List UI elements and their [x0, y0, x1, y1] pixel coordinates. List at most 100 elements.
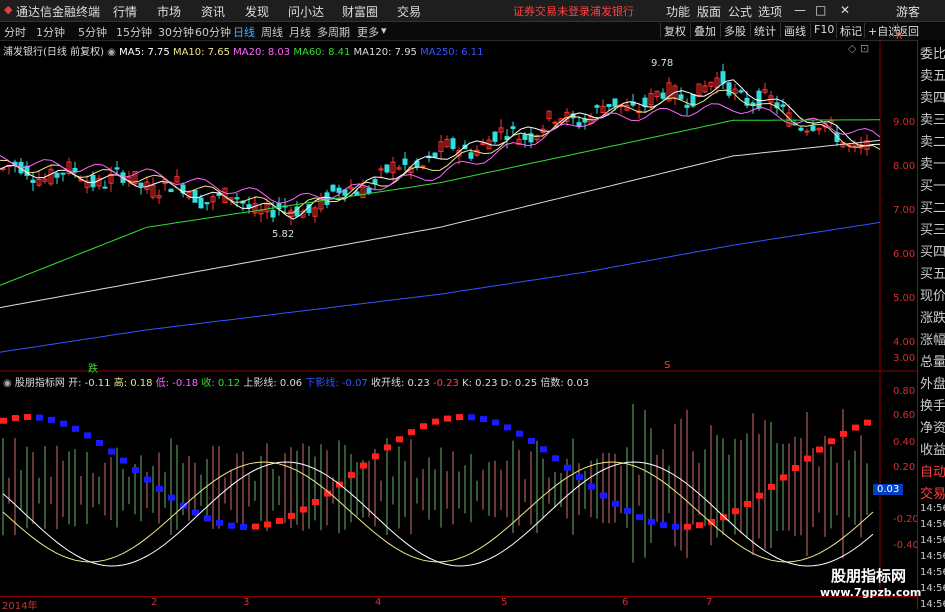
eye-icon[interactable]: ◉	[107, 47, 116, 58]
candle-body	[798, 127, 804, 131]
watermark-logo: 股朋指标网 www.7gpzb.com	[820, 565, 922, 605]
indicator-block	[312, 498, 319, 505]
eye-icon[interactable]: ◉	[3, 378, 12, 389]
indicator-block	[612, 500, 619, 507]
candle-body	[384, 164, 390, 173]
indicator-block	[684, 523, 691, 530]
indicator-block	[372, 453, 379, 460]
indicator-k-line	[2, 461, 874, 563]
indicator-block	[420, 423, 427, 430]
quote-side-panel: 委比 卖五 卖四 卖三 卖二 卖一 买一 买二 买三 买四 买五 现价 涨跌 涨…	[917, 40, 945, 610]
candle-body	[576, 122, 582, 128]
indicator-block	[360, 462, 367, 469]
indicator-block	[636, 514, 643, 521]
candle-body	[216, 193, 222, 196]
indicator-block	[216, 519, 223, 526]
indicator-block	[588, 483, 595, 490]
indicator-block	[732, 508, 739, 515]
ma-line-ma250	[0, 221, 881, 353]
indicator-block	[696, 522, 703, 529]
indicator-block	[72, 425, 79, 432]
indicator-block	[468, 414, 475, 421]
indicator-block	[108, 448, 115, 455]
indicator-block	[348, 472, 355, 479]
indicator-block	[600, 492, 607, 499]
candle-body	[234, 197, 240, 200]
chart-options-icon[interactable]: ◇ ⊡	[848, 42, 869, 55]
legend-ma10: MA10: 7.65	[172, 47, 230, 58]
candle-body	[330, 184, 336, 192]
l-r-indicator-icon: LR	[896, 23, 903, 42]
indicator-block	[264, 521, 271, 528]
side-label: 买三	[920, 223, 945, 238]
candle-body	[336, 187, 342, 193]
legend-ma5: MA5: 7.75	[119, 47, 170, 58]
ind-k: K: 0.23	[462, 378, 498, 389]
high-price-label: 9.78	[651, 58, 674, 69]
candle-body	[432, 152, 438, 158]
ind-tick: 0.20	[893, 462, 916, 473]
ind-neg-value: -0.23	[433, 378, 459, 389]
indicator-block	[384, 444, 391, 451]
ind-upper-shadow: 上影线: 0.06	[243, 378, 303, 389]
fall-marker: 跌	[88, 364, 98, 375]
tick-time: 14:56	[920, 503, 945, 514]
indicator-block	[156, 485, 163, 492]
indicator-block	[168, 494, 175, 501]
date-tick: 7	[706, 597, 713, 608]
price-tick: 7.00	[893, 205, 916, 216]
indicator-block	[144, 476, 151, 483]
candle-body	[198, 197, 204, 209]
side-label: 卖四	[920, 91, 945, 106]
indicator-block	[648, 518, 655, 525]
indicator-block	[0, 417, 7, 424]
candle-body	[168, 188, 174, 193]
indicator-block	[792, 464, 799, 471]
side-label: 买二	[920, 201, 945, 216]
stock-title: 浦发银行(日线 前复权)	[3, 47, 104, 58]
sell-marker: S	[664, 360, 671, 371]
indicator-block	[552, 455, 559, 462]
side-label: 收益	[920, 443, 945, 458]
indicator-block	[132, 467, 139, 474]
candle-body	[192, 190, 198, 203]
ind-tick: -0.20	[893, 514, 919, 525]
indicator-block	[528, 438, 535, 445]
tick-time: 14:56	[920, 599, 945, 610]
trade-label[interactable]: 交易	[920, 483, 945, 502]
candle-body	[468, 152, 474, 159]
price-tick: 4.00	[893, 337, 916, 348]
indicator-legend: ◉ 股朋指标网 开: -0.11 高: 0.18 低: -0.18 收: 0.1…	[3, 374, 589, 389]
side-label: 换手	[920, 399, 945, 414]
candle-body	[204, 202, 210, 205]
ma-line-ma120	[0, 139, 881, 309]
ind-multiple: 倍数: 0.03	[540, 378, 590, 389]
indicator-block	[756, 492, 763, 499]
date-tick: 2014年	[2, 601, 38, 612]
side-label: 现价	[920, 289, 945, 304]
side-label: 涨跌	[920, 311, 945, 326]
auto-trade-label[interactable]: 自动	[920, 461, 945, 480]
indicator-block	[96, 440, 103, 447]
candle-body	[420, 165, 426, 168]
watermark-url: www.7gpzb.com	[820, 586, 922, 599]
candle-body	[270, 210, 276, 218]
indicator-block	[864, 419, 871, 426]
indicator-block	[396, 436, 403, 443]
ind-current-value: 0.03	[873, 484, 904, 495]
candle-body	[246, 204, 252, 209]
side-label: 卖三	[920, 113, 945, 128]
candle-body	[780, 104, 786, 107]
candle-body	[492, 131, 498, 142]
candle-body	[684, 104, 690, 108]
indicator-block	[228, 522, 235, 529]
ma-line-ma60	[0, 119, 880, 286]
indicator-block	[36, 414, 43, 421]
candle-body	[366, 187, 372, 194]
indicator-block	[708, 518, 715, 525]
candle-body	[90, 174, 96, 188]
side-label: 买四	[920, 245, 945, 260]
kline-chart[interactable]	[0, 0, 917, 609]
side-label: 买五	[920, 267, 945, 282]
price-tick: 8.00	[893, 161, 916, 172]
